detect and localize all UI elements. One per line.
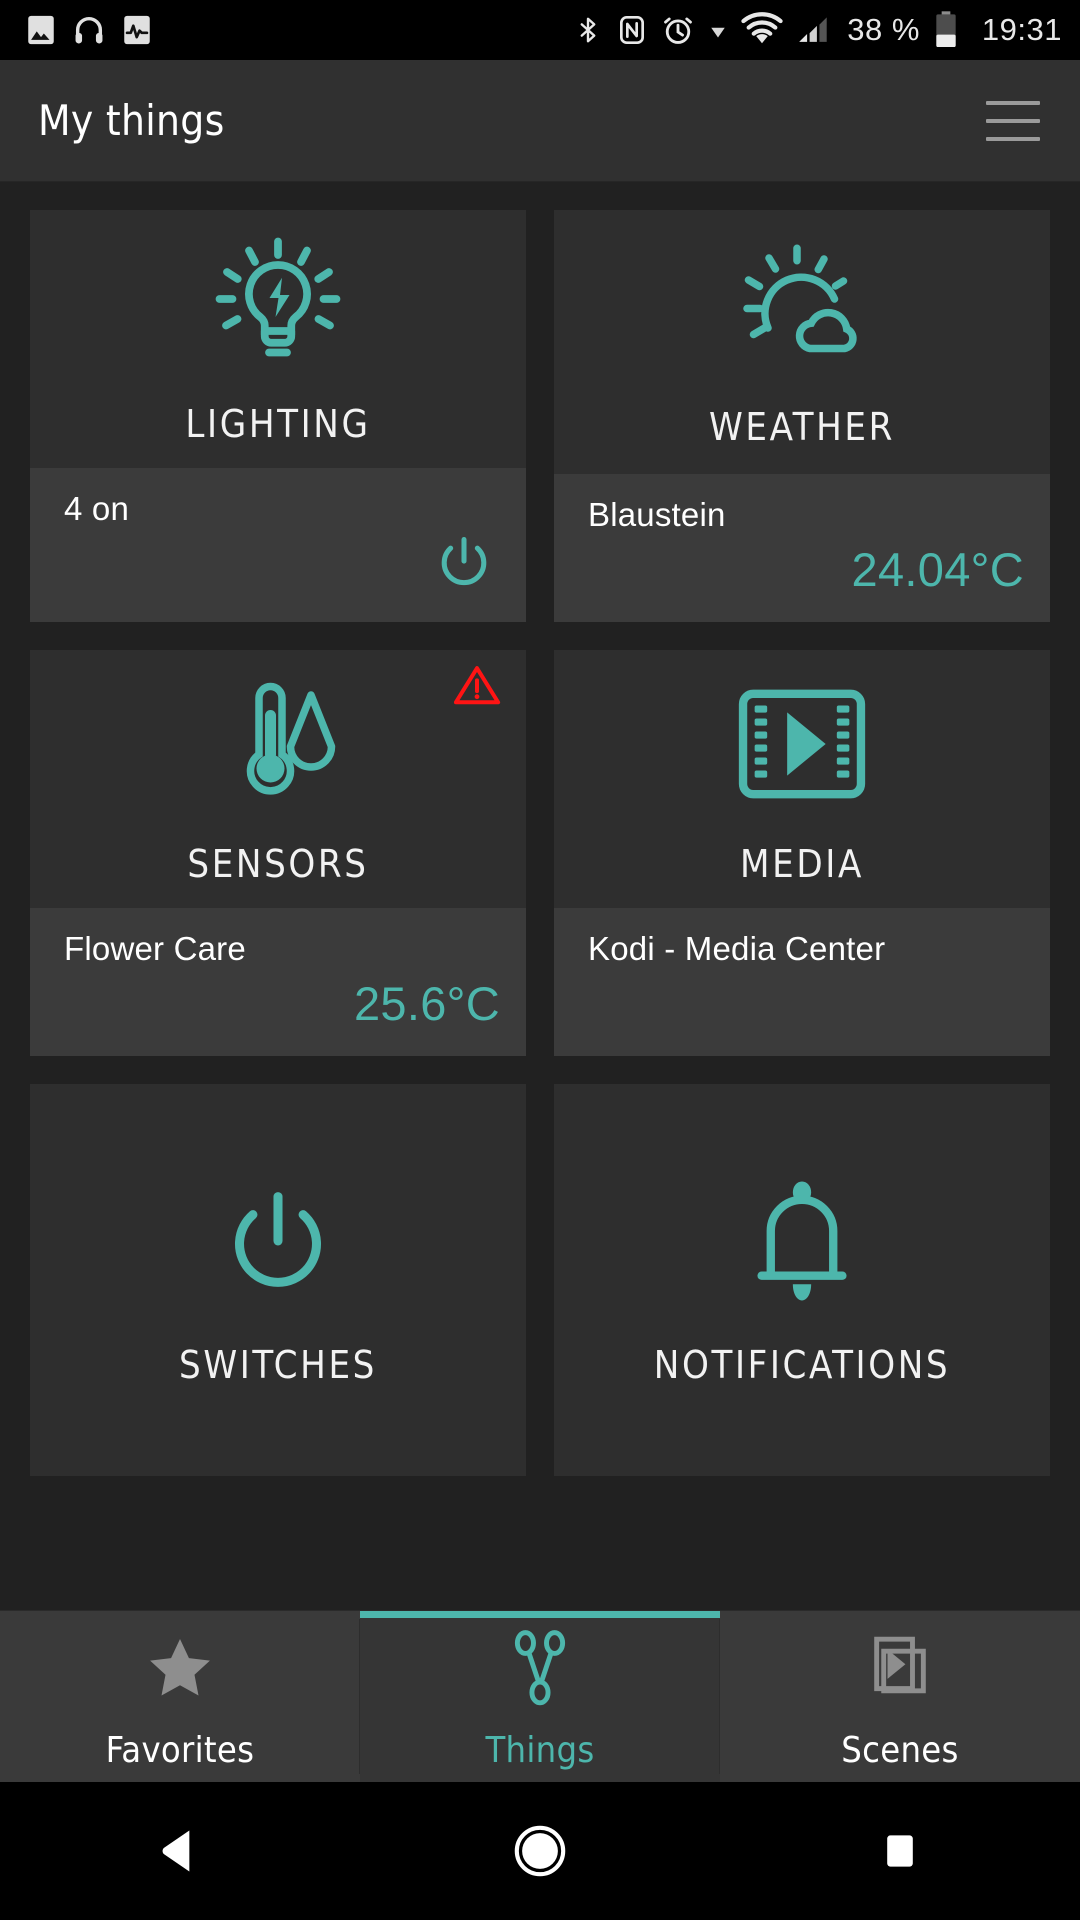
nfc-icon xyxy=(620,16,645,44)
power-icon[interactable] xyxy=(428,528,500,604)
phone-screen: 38 % 19:31 My things LIGHTING 4 on WEATH… xyxy=(0,0,1080,1920)
warning-triangle-icon xyxy=(452,662,502,712)
battery-icon xyxy=(936,11,956,48)
tab-things-label: Things xyxy=(485,1730,595,1771)
card-lighting-title: LIGHTING xyxy=(185,402,371,446)
card-sensors-body: SENSORS xyxy=(30,650,526,908)
film-play-icon xyxy=(737,686,867,802)
card-media-body: MEDIA xyxy=(554,650,1050,908)
bottom-tab-bar: Favorites Things Scenes xyxy=(0,1610,1080,1782)
clock-label: 19:31 xyxy=(981,12,1062,47)
card-media-title: MEDIA xyxy=(740,842,864,886)
card-lighting-control-row xyxy=(64,528,500,604)
card-lighting[interactable]: LIGHTING 4 on xyxy=(30,210,526,622)
page-title: My things xyxy=(38,96,225,145)
things-node-icon xyxy=(503,1628,577,1708)
card-notifications-title: NOTIFICATIONS xyxy=(653,1343,951,1387)
card-sensors-device: Flower Care xyxy=(64,930,246,967)
signal-icon xyxy=(799,17,827,42)
thermometer-droplet-icon xyxy=(203,682,353,802)
status-bar-right-icons: 38 % 19:31 xyxy=(573,10,1062,50)
card-media-device: Kodi - Media Center xyxy=(588,930,886,967)
star-icon xyxy=(143,1628,217,1708)
card-lighting-status: 4 on xyxy=(64,490,130,527)
things-grid: LIGHTING 4 on WEATHER Blaustein 24.04°C … xyxy=(30,210,1050,1476)
image-icon xyxy=(28,15,54,45)
tab-things[interactable]: Things xyxy=(360,1611,720,1782)
battery-percent-label: 38 % xyxy=(847,12,920,47)
status-bar: 38 % 19:31 xyxy=(0,0,1080,60)
card-sensors-value-row: 25.6°C xyxy=(64,968,500,1038)
card-lighting-footer[interactable]: 4 on xyxy=(30,468,526,622)
bluetooth-icon xyxy=(580,17,596,43)
card-weather-title: WEATHER xyxy=(709,405,895,449)
tab-scenes[interactable]: Scenes xyxy=(720,1611,1080,1782)
status-bar-left-icons xyxy=(24,13,154,47)
card-switches-title: SWITCHES xyxy=(179,1343,377,1387)
card-lighting-body: LIGHTING xyxy=(30,210,526,468)
card-sensors-temperature: 25.6°C xyxy=(353,976,500,1030)
activity-icon xyxy=(124,15,150,45)
card-sensors-footer[interactable]: Flower Care 25.6°C xyxy=(30,908,526,1056)
tab-favorites-label: Favorites xyxy=(105,1730,255,1771)
home-circle-icon[interactable] xyxy=(360,1822,720,1880)
recents-square-icon[interactable] xyxy=(720,1827,1080,1875)
back-triangle-icon[interactable] xyxy=(0,1823,360,1879)
dropdown-icon xyxy=(711,27,725,38)
scenes-stack-icon xyxy=(862,1628,938,1708)
card-weather-temperature: 24.04°C xyxy=(851,542,1024,596)
card-switches-body: SWITCHES xyxy=(30,1084,526,1476)
bell-icon xyxy=(737,1181,867,1303)
card-weather[interactable]: WEATHER Blaustein 24.04°C xyxy=(554,210,1050,622)
hamburger-menu-icon[interactable] xyxy=(986,100,1040,141)
things-grid-scroll[interactable]: LIGHTING 4 on WEATHER Blaustein 24.04°C … xyxy=(0,182,1080,1610)
card-weather-value-row: 24.04°C xyxy=(588,534,1024,604)
sun-cloud-icon xyxy=(727,244,877,365)
hamburger-line xyxy=(986,136,1040,141)
hamburger-line xyxy=(986,100,1040,105)
card-media-footer[interactable]: Kodi - Media Center xyxy=(554,908,1050,1056)
card-media[interactable]: MEDIA Kodi - Media Center xyxy=(554,650,1050,1056)
card-notifications-body: NOTIFICATIONS xyxy=(554,1084,1050,1476)
tab-favorites[interactable]: Favorites xyxy=(0,1611,360,1782)
wifi-icon xyxy=(741,12,783,44)
card-sensors-title: SENSORS xyxy=(187,842,369,886)
card-weather-location: Blaustein xyxy=(588,496,726,533)
card-weather-body: WEATHER xyxy=(554,210,1050,474)
card-media-value-row xyxy=(588,968,1024,1038)
tab-scenes-label: Scenes xyxy=(841,1730,959,1771)
lightbulb-icon xyxy=(203,237,353,362)
card-notifications[interactable]: NOTIFICATIONS xyxy=(554,1084,1050,1476)
card-sensors[interactable]: SENSORS Flower Care 25.6°C xyxy=(30,650,526,1056)
power-icon xyxy=(208,1187,348,1303)
hamburger-line xyxy=(986,118,1040,123)
alarm-icon xyxy=(664,17,693,44)
app-bar: My things xyxy=(0,60,1080,182)
android-nav-bar xyxy=(0,1782,1080,1920)
card-weather-footer[interactable]: Blaustein 24.04°C xyxy=(554,474,1050,622)
headphones-icon xyxy=(75,17,103,44)
card-switches[interactable]: SWITCHES xyxy=(30,1084,526,1476)
